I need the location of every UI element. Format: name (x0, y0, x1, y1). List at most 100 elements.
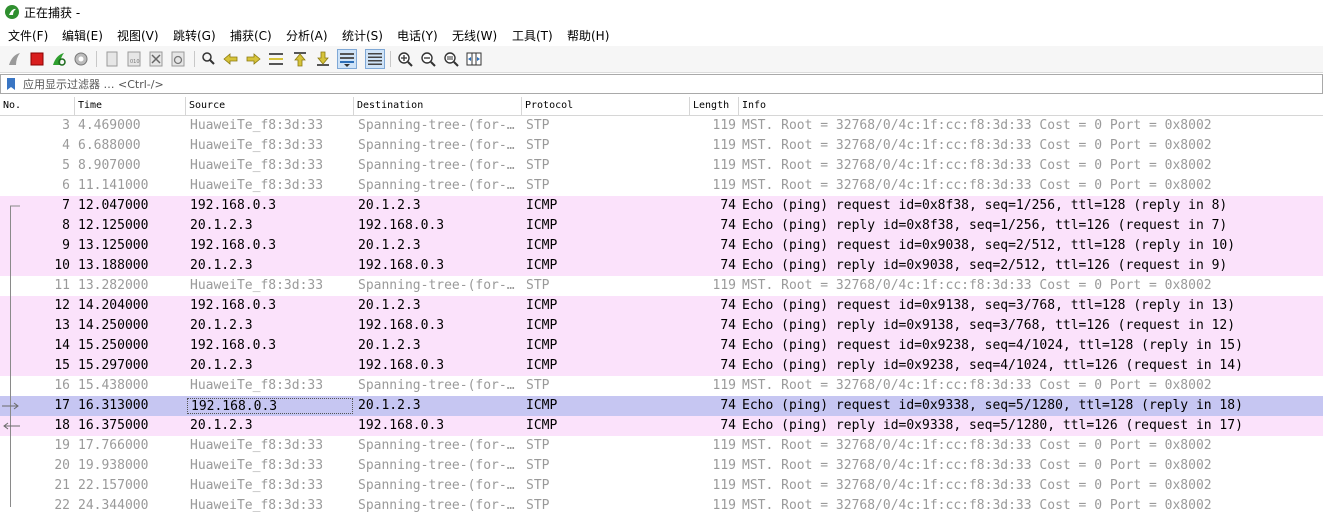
packet-protocol: ICMP (526, 338, 558, 353)
colorize-icon[interactable] (365, 49, 385, 69)
packet-row[interactable]: 17 16.313000 192.168.0.3 20.1.2.3 ICMP 74 Echo… (0, 396, 1323, 416)
packet-source: HuaweiTe_f8:3d:33 (190, 378, 324, 393)
packet-time: 15.297000 (78, 358, 149, 373)
packet-no: 4 (62, 138, 70, 153)
reload-file-icon[interactable] (168, 49, 188, 69)
column-header-destination[interactable]: Destination (354, 97, 522, 115)
packet-time: 12.047000 (78, 198, 149, 213)
packet-row[interactable]: 3 4.469000 HuaweiTe_f8:3d:33 Spanning-tree-… (0, 116, 1323, 136)
packet-row[interactable]: 19 17.766000 HuaweiTe_f8:3d:33 Spanning-tre… (0, 436, 1323, 456)
reply-arrow-icon (3, 422, 20, 430)
packet-row[interactable]: 4 6.688000 HuaweiTe_f8:3d:33 Spanning-tree-… (0, 136, 1323, 156)
packet-protocol: STP (526, 158, 550, 173)
packet-row[interactable]: 18 16.375000 20.1.2.3 192.168.0.3 ICMP 74 Echo… (0, 416, 1323, 436)
packet-length: 119 (712, 118, 736, 133)
find-packet-icon[interactable] (199, 49, 219, 69)
packet-row[interactable]: 5 8.907000 HuaweiTe_f8:3d:33 Spanning-tree-… (0, 156, 1323, 176)
resize-columns-icon[interactable] (464, 49, 484, 69)
column-header-no[interactable]: No. (0, 97, 75, 115)
packet-destination: 192.168.0.3 (358, 358, 445, 373)
packet-length: 74 (720, 358, 736, 373)
packet-length: 119 (712, 378, 736, 393)
packet-row[interactable]: 9 13.125000 192.168.0.3 20.1.2.3 ICMP 74 Echo … (0, 236, 1323, 256)
packet-row[interactable]: 6 11.141000 HuaweiTe_f8:3d:33 Spanning-tree… (0, 176, 1323, 196)
packet-info: MST. Root = 32768/0/4c:1f:cc:f8:3d:33 Co… (742, 478, 1212, 493)
packet-length: 74 (720, 218, 736, 233)
column-header-protocol[interactable]: Protocol (522, 97, 690, 115)
packet-destination: 20.1.2.3 (358, 398, 421, 413)
packet-source: 20.1.2.3 (190, 258, 253, 273)
packet-row[interactable]: 15 15.297000 20.1.2.3 192.168.0.3 ICMP 74 Echo… (0, 356, 1323, 376)
packet-info: MST. Root = 32768/0/4c:1f:cc:f8:3d:33 Co… (742, 138, 1212, 153)
packet-destination: Spanning-tree-(for-… (358, 478, 515, 493)
column-header-time[interactable]: Time (75, 97, 186, 115)
packet-source: 20.1.2.3 (190, 358, 253, 373)
menu-go[interactable]: 跳转(G) (173, 27, 216, 44)
packet-list[interactable]: 3 4.469000 HuaweiTe_f8:3d:33 Spanning-tree-… (0, 116, 1323, 512)
packet-row[interactable]: 11 13.282000 HuaweiTe_f8:3d:33 Spanning-tre… (0, 276, 1323, 296)
menu-capture[interactable]: 捕获(C) (230, 27, 272, 44)
menu-statistics[interactable]: 统计(S) (342, 27, 383, 44)
restart-capture-icon[interactable] (49, 49, 69, 69)
go-to-packet-icon[interactable] (266, 49, 286, 69)
menu-help[interactable]: 帮助(H) (567, 27, 609, 44)
packet-time: 6.688000 (78, 138, 141, 153)
zoom-out-icon[interactable] (418, 49, 438, 69)
column-header-length[interactable]: Length (690, 97, 739, 115)
save-file-icon[interactable]: 010 (124, 49, 144, 69)
packet-protocol: ICMP (526, 298, 558, 313)
packet-length: 119 (712, 138, 736, 153)
packet-length: 119 (712, 438, 736, 453)
packet-no: 6 (62, 178, 70, 193)
packet-row[interactable]: 14 15.250000 192.168.0.3 20.1.2.3 ICMP 74 Echo… (0, 336, 1323, 356)
last-packet-icon[interactable] (313, 49, 333, 69)
related-packets-line (10, 206, 11, 507)
packet-row[interactable]: 20 19.938000 HuaweiTe_f8:3d:33 Spanning-tre… (0, 456, 1323, 476)
menu-edit[interactable]: 编辑(E) (62, 27, 103, 44)
go-forward-icon[interactable] (243, 49, 263, 69)
packet-source: HuaweiTe_f8:3d:33 (190, 178, 324, 193)
packet-info: Echo (ping) reply id=0x9138, seq=3/768, … (742, 318, 1236, 333)
packet-protocol: STP (526, 118, 550, 133)
column-header-source[interactable]: Source (186, 97, 354, 115)
open-file-icon[interactable] (102, 49, 122, 69)
stop-capture-icon[interactable] (27, 49, 47, 69)
packet-source: HuaweiTe_f8:3d:33 (190, 118, 324, 133)
menu-view[interactable]: 视图(V) (117, 27, 159, 44)
packet-row[interactable]: 10 13.188000 20.1.2.3 192.168.0.3 ICMP 74 Echo… (0, 256, 1323, 276)
menu-wireless[interactable]: 无线(W) (452, 27, 497, 44)
menu-telephony[interactable]: 电话(Y) (397, 27, 438, 44)
capture-options-icon[interactable] (71, 49, 91, 69)
filter-bookmark-icon[interactable] (4, 77, 18, 91)
packet-time: 14.250000 (78, 318, 149, 333)
packet-time: 11.141000 (78, 178, 149, 193)
packet-row[interactable]: 8 12.125000 20.1.2.3 192.168.0.3 ICMP 74 Echo … (0, 216, 1323, 236)
packet-length: 119 (712, 178, 736, 193)
menu-tools[interactable]: 工具(T) (512, 27, 553, 44)
packet-protocol: ICMP (526, 258, 558, 273)
packet-source: HuaweiTe_f8:3d:33 (190, 158, 324, 173)
packet-row[interactable]: 22 24.344000 HuaweiTe_f8:3d:33 Spanning-tre… (0, 496, 1323, 512)
packet-row[interactable]: 21 22.157000 HuaweiTe_f8:3d:33 Spanning-tre… (0, 476, 1323, 496)
menu-file[interactable]: 文件(F) (8, 27, 48, 44)
packet-row[interactable]: 13 14.250000 20.1.2.3 192.168.0.3 ICMP 74 Echo… (0, 316, 1323, 336)
column-header-info[interactable]: Info (739, 97, 1323, 115)
packet-row[interactable]: 12 14.204000 192.168.0.3 20.1.2.3 ICMP 74 Echo… (0, 296, 1323, 316)
display-filter-input[interactable] (23, 75, 1313, 93)
autoscroll-icon[interactable] (337, 49, 357, 69)
packet-destination: Spanning-tree-(for-… (358, 138, 515, 153)
packet-destination: Spanning-tree-(for-… (358, 458, 515, 473)
first-packet-icon[interactable] (290, 49, 310, 69)
packet-row[interactable]: 16 15.438000 HuaweiTe_f8:3d:33 Spanning-tre… (0, 376, 1323, 396)
wireshark-fin-icon (5, 5, 19, 19)
menu-analyze[interactable]: 分析(A) (286, 27, 328, 44)
packet-info: MST. Root = 32768/0/4c:1f:cc:f8:3d:33 Co… (742, 178, 1212, 193)
zoom-in-icon[interactable] (395, 49, 415, 69)
start-capture-icon[interactable] (5, 49, 25, 69)
go-back-icon[interactable] (221, 49, 241, 69)
normal-size-icon[interactable] (441, 49, 461, 69)
packet-time: 16.375000 (78, 418, 149, 433)
close-file-icon[interactable] (146, 49, 166, 69)
packet-row[interactable]: 7 12.047000 192.168.0.3 20.1.2.3 ICMP 74 Echo … (0, 196, 1323, 216)
title-bar: 正在捕获 - (0, 0, 1323, 24)
